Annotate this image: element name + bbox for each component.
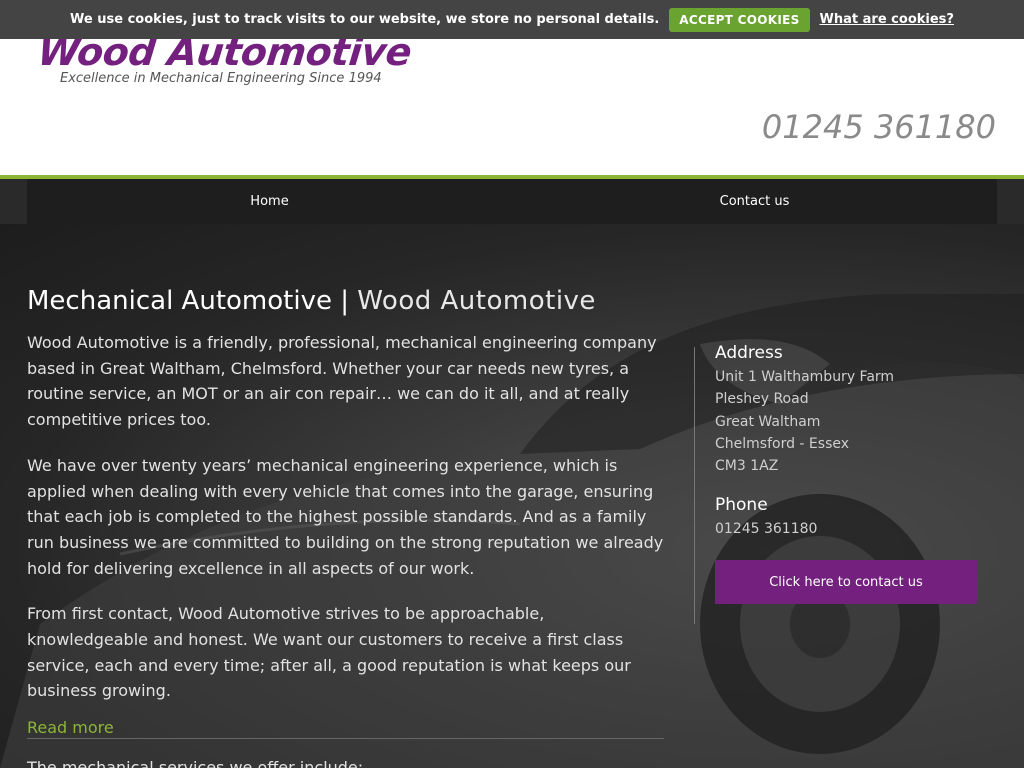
page-title-brand: Wood Automotive — [357, 286, 596, 316]
intro-content: Wood Automotive is a friendly, professio… — [27, 330, 667, 724]
phone-heading: Phone — [715, 495, 768, 516]
what-are-cookies-link[interactable]: What are cookies? — [820, 12, 954, 27]
nav-item-home[interactable]: Home — [27, 179, 512, 224]
address-line: Pleshey Road — [715, 391, 809, 408]
cookie-banner: We use cookies, just to track visits to … — [0, 0, 1024, 39]
address-line: Unit 1 Walthambury Farm — [715, 369, 895, 385]
intro-paragraph: We have over twenty years’ mechanical en… — [27, 455, 664, 578]
accept-cookies-button[interactable]: ACCEPT COOKIES — [669, 7, 810, 32]
contact-sidebar: Address Unit 1 Walthambury Farm Pleshey … — [715, 343, 977, 541]
sidebar-phone-number[interactable]: 01245 361180 — [715, 518, 977, 540]
address-heading: Address — [715, 343, 783, 363]
address-line: Great Waltham — [715, 413, 821, 430]
contact-us-button[interactable]: Click here to contact us — [715, 560, 977, 604]
logo-tagline: Excellence in Mechanical Engineering Sin… — [60, 71, 382, 86]
address-line: CM3 1AZ — [715, 458, 779, 475]
page-title: Mechanical Automotive | Wood Automotive — [27, 286, 596, 316]
nav-item-contact-us[interactable]: Contact us — [512, 179, 997, 224]
cookie-message: We use cookies, just to track visits to … — [70, 12, 660, 27]
services-intro-text: The mechanical services we offer include… — [27, 758, 364, 768]
read-more-divider — [27, 738, 664, 739]
address-line: Chelmsford - Essex — [715, 435, 850, 452]
sidebar-divider — [694, 347, 695, 624]
header-phone-number[interactable]: 01245 361180 — [762, 108, 996, 146]
main-navigation: Home Contact us — [27, 179, 997, 224]
page-title-main: Mechanical Automotive | — [27, 286, 349, 316]
read-more-link[interactable]: Read more — [27, 718, 114, 737]
intro-paragraph: From first contact, Wood Automotive stri… — [27, 604, 631, 701]
intro-paragraph: Wood Automotive is a friendly, professio… — [27, 333, 657, 430]
